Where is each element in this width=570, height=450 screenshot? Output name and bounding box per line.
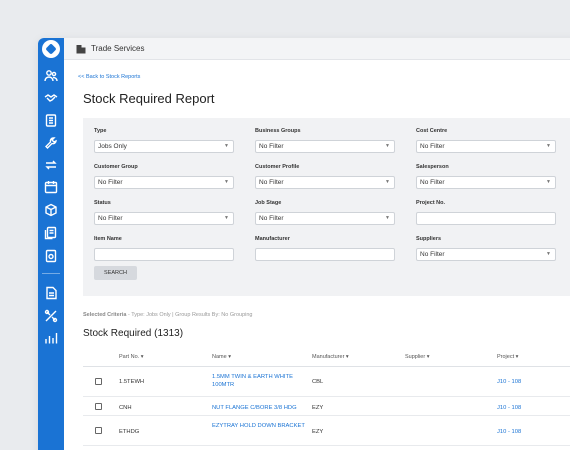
manufacturer-cell: EZY	[312, 405, 324, 411]
sidebar	[38, 38, 64, 450]
company-name: Trade Services	[91, 44, 145, 53]
business-groups-select[interactable]: No Filter ▼	[255, 140, 395, 153]
search-button[interactable]: SEARCH	[94, 266, 137, 280]
chevron-down-icon: ▼	[546, 179, 551, 185]
filter-label-status: Status	[94, 200, 111, 206]
filter-label-suppliers: Suppliers	[416, 236, 442, 242]
selected-criteria: Selected Criteria - Type: Jobs Only | Gr…	[83, 312, 252, 318]
handshake-icon[interactable]	[43, 90, 59, 106]
column-header-name[interactable]: Name ▾	[212, 354, 231, 360]
salesperson-select[interactable]: No Filter ▼	[416, 176, 556, 189]
chevron-down-icon: ▼	[385, 143, 390, 149]
row-divider	[83, 415, 570, 416]
cost-centre-select-value: No Filter	[420, 143, 445, 150]
table-header-divider	[83, 366, 570, 367]
transfer-icon[interactable]	[43, 157, 59, 173]
manufacturer-input[interactable]	[255, 248, 395, 261]
type-select-value: Jobs Only	[98, 143, 127, 150]
chevron-down-icon: ▼	[385, 215, 390, 221]
status-select-value: No Filter	[98, 215, 123, 222]
filter-label-customer-group: Customer Group	[94, 164, 138, 170]
building-icon	[76, 44, 86, 53]
status-select[interactable]: No Filter ▼	[94, 212, 234, 225]
clipboard-icon[interactable]	[43, 112, 59, 128]
manufacturer-cell: EZY	[312, 429, 324, 435]
invoice-icon[interactable]	[43, 225, 59, 241]
row-checkbox[interactable]	[95, 427, 102, 434]
item-name-link[interactable]: EZYTRAY HOLD DOWN BRACKET	[212, 422, 306, 430]
customer-profile-select-value: No Filter	[259, 179, 284, 186]
filter-label-business-groups: Business Groups	[255, 128, 301, 134]
filter-panel: Type Jobs Only ▼ Business Groups No Filte…	[83, 118, 570, 296]
tools-icon[interactable]	[43, 308, 59, 324]
row-divider	[83, 396, 570, 397]
top-bar: Trade Services	[64, 38, 570, 60]
job-stage-select[interactable]: No Filter ▼	[255, 212, 395, 225]
calendar-icon[interactable]	[43, 179, 59, 195]
app-window: Trade Services << Back to Stock Reports …	[38, 38, 570, 450]
manufacturer-cell: CBL	[312, 379, 324, 385]
results-heading: Stock Required (1313)	[83, 328, 184, 339]
row-checkbox[interactable]	[95, 403, 102, 410]
criteria-label: Selected Criteria	[83, 312, 127, 318]
report-icon[interactable]	[43, 285, 59, 301]
main-content: << Back to Stock Reports Stock Required …	[64, 60, 570, 450]
part-no-cell: CNH	[119, 405, 132, 411]
bar-chart-icon[interactable]	[43, 330, 59, 346]
business-groups-select-value: No Filter	[259, 143, 284, 150]
project-link[interactable]: J10 - 108	[497, 428, 521, 436]
criteria-text: - Type: Jobs Only | Group Results By: No…	[126, 312, 253, 318]
chevron-down-icon: ▼	[385, 179, 390, 185]
project-link[interactable]: J10 - 108	[497, 404, 521, 412]
project-link[interactable]: J10 - 108	[497, 378, 521, 386]
filter-label-salesperson: Salesperson	[416, 164, 449, 170]
customer-profile-select[interactable]: No Filter ▼	[255, 176, 395, 189]
row-divider	[83, 445, 570, 446]
customer-group-select[interactable]: No Filter ▼	[94, 176, 234, 189]
document-icon[interactable]	[43, 248, 59, 264]
row-checkbox[interactable]	[95, 378, 102, 385]
chevron-down-icon: ▼	[546, 251, 551, 257]
item-name-link[interactable]: NUT FLANGE C/BORE 3/8 HDG	[212, 404, 306, 412]
filter-label-item-name: Item Name	[94, 236, 122, 242]
type-select[interactable]: Jobs Only ▼	[94, 140, 234, 153]
filter-label-type: Type	[94, 128, 107, 134]
part-no-cell: 1.5TEWH	[119, 379, 145, 385]
page-title: Stock Required Report	[83, 91, 215, 106]
part-no-cell: ETHDG	[119, 429, 140, 435]
suppliers-select[interactable]: No Filter ▼	[416, 248, 556, 261]
project-no-input[interactable]	[416, 212, 556, 225]
suppliers-select-value: No Filter	[420, 251, 445, 258]
customer-group-select-value: No Filter	[98, 179, 123, 186]
column-header-supplier[interactable]: Supplier ▾	[405, 354, 429, 360]
chevron-down-icon: ▼	[224, 143, 229, 149]
column-header-manufacturer[interactable]: Manufacturer ▾	[312, 354, 349, 360]
chevron-down-icon: ▼	[224, 215, 229, 221]
salesperson-select-value: No Filter	[420, 179, 445, 186]
sidebar-divider	[42, 273, 60, 274]
column-header-project[interactable]: Project ▾	[497, 354, 518, 360]
item-name-link[interactable]: 1.5MM TWIN & EARTH WHITE 100MTR	[212, 373, 306, 389]
app-logo[interactable]	[42, 40, 60, 58]
filter-label-job-stage: Job Stage	[255, 200, 282, 206]
job-stage-select-value: No Filter	[259, 215, 284, 222]
item-name-input[interactable]	[94, 248, 234, 261]
page-background: Trade Services << Back to Stock Reports …	[0, 0, 570, 450]
filter-label-project-no: Project No.	[416, 200, 446, 206]
cost-centre-select[interactable]: No Filter ▼	[416, 140, 556, 153]
column-header-part-no[interactable]: Part No. ▾	[119, 354, 143, 360]
wrench-icon[interactable]	[43, 135, 59, 151]
chevron-down-icon: ▼	[546, 143, 551, 149]
box-icon[interactable]	[43, 202, 59, 218]
filter-label-customer-profile: Customer Profile	[255, 164, 300, 170]
chevron-down-icon: ▼	[224, 179, 229, 185]
users-icon[interactable]	[43, 68, 59, 84]
filter-label-cost-centre: Cost Centre	[416, 128, 448, 134]
filter-label-manufacturer: Manufacturer	[255, 236, 290, 242]
back-to-stock-reports-link[interactable]: << Back to Stock Reports	[78, 74, 140, 80]
